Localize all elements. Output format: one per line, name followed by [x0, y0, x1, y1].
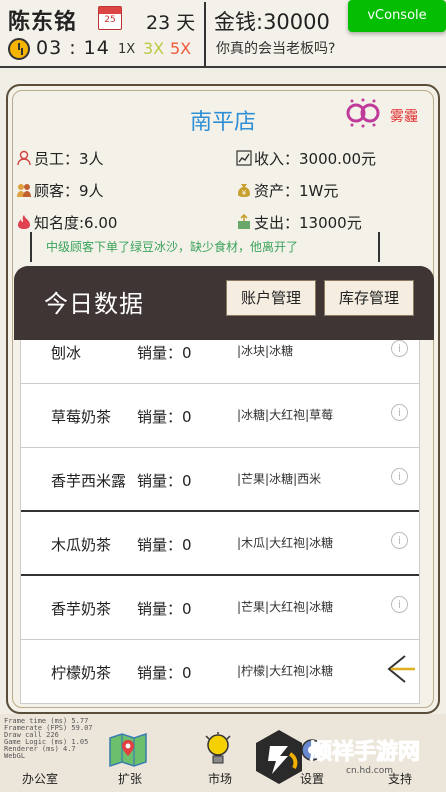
- product-ingredients: |木瓜|大红袍|冰糖: [237, 536, 334, 550]
- clock-icon: [8, 38, 30, 60]
- site-watermark: 顺祥手游网 cn.hd.com: [246, 714, 446, 792]
- speed-1x-button[interactable]: 1X: [118, 42, 135, 57]
- speed-3x-button[interactable]: 3X: [143, 39, 164, 58]
- income-label: 收入：3000.00元: [254, 150, 377, 168]
- today-data-title: 今日数据: [44, 290, 144, 318]
- product-name: 香芋奶茶: [51, 600, 112, 618]
- weather-label: 雾霾: [390, 109, 418, 125]
- product-ingredients: |芒果|大红袍|冰糖: [237, 600, 334, 614]
- product-sales: 销量：0: [137, 600, 192, 618]
- top-bar: 陈东铭 25 23 天 03 : 14 1X 3X 5X 金钱:30000 你真…: [0, 0, 446, 68]
- back-arrow-icon[interactable]: [383, 652, 417, 686]
- info-icon[interactable]: i: [391, 468, 408, 485]
- product-ingredients: |芒果|冰糖|西米: [237, 472, 322, 486]
- calendar-day: 25: [104, 15, 116, 25]
- vconsole-button[interactable]: vConsole: [348, 0, 446, 32]
- event-message-box: 中级顾客下单了绿豆冰沙，缺少食材，他离开了: [30, 232, 380, 262]
- product-ingredients: |冰块|冰糖: [237, 344, 294, 358]
- employees-stat[interactable]: 员工：3人: [16, 148, 104, 169]
- product-name: 草莓奶茶: [51, 408, 112, 426]
- fame-stat: 知名度:6.00: [16, 212, 117, 233]
- expense-stat: 支出：13000元: [236, 212, 362, 233]
- person-icon: [17, 150, 31, 166]
- info-icon[interactable]: i: [391, 532, 408, 549]
- tagline: 你真的会当老板吗?: [216, 41, 336, 57]
- watermark-url: cn.hd.com: [346, 766, 394, 776]
- fame-label: 知名度:6.00: [34, 214, 118, 232]
- bottom-nav: Frame time (ms) 5.77 Framerate (FPS) 59.…: [0, 714, 446, 792]
- game-time: 03 : 14: [36, 37, 110, 59]
- nav-market[interactable]: 市场: [208, 770, 232, 787]
- product-sales: 销量：0: [137, 408, 192, 426]
- haze-weather-icon: [346, 98, 380, 128]
- event-message: 中级顾客下单了绿豆冰沙，缺少食材，他离开了: [46, 240, 299, 254]
- watermark-text: 顺祥手游网: [309, 740, 421, 766]
- expense-label: 支出：13000元: [254, 214, 362, 232]
- nav-office[interactable]: 办公室: [22, 770, 58, 787]
- info-icon[interactable]: i: [391, 596, 408, 613]
- product-name: 木瓜奶茶: [51, 536, 112, 554]
- money-display: 金钱:30000: [214, 10, 330, 34]
- map-icon[interactable]: [108, 730, 148, 770]
- product-row[interactable]: 香芋西米露 销量：0 |芒果|冰糖|西米 i: [21, 448, 419, 512]
- product-name: 柠檬奶茶: [51, 664, 112, 682]
- flame-icon: [18, 215, 30, 229]
- customers-label: 顾客：9人: [34, 182, 104, 200]
- svg-text:¥: ¥: [242, 189, 247, 197]
- lightbulb-icon[interactable]: [204, 732, 232, 768]
- product-row[interactable]: 木瓜奶茶 销量：0 |木瓜|大红袍|冰糖 i: [21, 512, 419, 576]
- product-name: 刨冰: [51, 344, 82, 362]
- inventory-management-button[interactable]: 库存管理: [324, 280, 414, 316]
- nav-expand[interactable]: 扩张: [118, 770, 142, 787]
- money-bag-icon: ¥: [238, 184, 250, 197]
- product-name: 香芋西米露: [51, 472, 127, 490]
- product-sales: 销量：0: [137, 472, 192, 490]
- header-divider: [204, 2, 206, 66]
- account-management-button[interactable]: 账户管理: [226, 280, 316, 316]
- today-data-header: 今日数据 账户管理 库存管理: [14, 266, 434, 340]
- watermark-logo: [256, 730, 302, 784]
- info-icon[interactable]: i: [391, 404, 408, 421]
- debug-line: WebGL: [4, 752, 26, 760]
- day-counter: 23 天: [146, 12, 196, 34]
- product-ingredients: |冰糖|大红袍|草莓: [237, 408, 334, 422]
- info-icon[interactable]: i: [391, 340, 408, 357]
- product-sales: 销量：0: [137, 536, 192, 554]
- product-row[interactable]: 刨冰 销量：0 |冰块|冰糖 i: [21, 340, 419, 384]
- assets-label: 资产：1W元: [254, 182, 339, 200]
- product-row[interactable]: 草莓奶茶 销量：0 |冰糖|大红袍|草莓 i: [21, 384, 419, 448]
- debug-stats-overlay: Frame time (ms) 5.77 Framerate (FPS) 59.…: [4, 718, 122, 766]
- product-row[interactable]: 香芋奶茶 销量：0 |芒果|大红袍|冰糖 i: [21, 576, 419, 640]
- calendar-icon: 25: [98, 6, 122, 30]
- speed-5x-button[interactable]: 5X: [170, 39, 191, 58]
- customers-stat: 顾客：9人: [16, 180, 104, 201]
- employees-label: 员工：3人: [34, 150, 104, 168]
- assets-stat: ¥ 资产：1W元: [236, 180, 338, 201]
- product-row[interactable]: 柠檬奶茶 销量：0 |柠檬|大红袍|冰糖: [21, 640, 419, 704]
- product-ingredients: |柠檬|大红袍|冰糖: [237, 664, 334, 678]
- expense-icon: [238, 214, 250, 229]
- product-list[interactable]: 刨冰 销量：0 |冰块|冰糖 i 草莓奶茶 销量：0 |冰糖|大红袍|草莓 i …: [20, 340, 420, 704]
- income-stat: 收入：3000.00元: [236, 148, 376, 169]
- player-name: 陈东铭: [8, 10, 78, 35]
- product-sales: 销量：0: [137, 344, 192, 362]
- customers-icon: [17, 184, 31, 197]
- product-sales: 销量：0: [137, 664, 192, 682]
- chart-icon: [236, 150, 252, 166]
